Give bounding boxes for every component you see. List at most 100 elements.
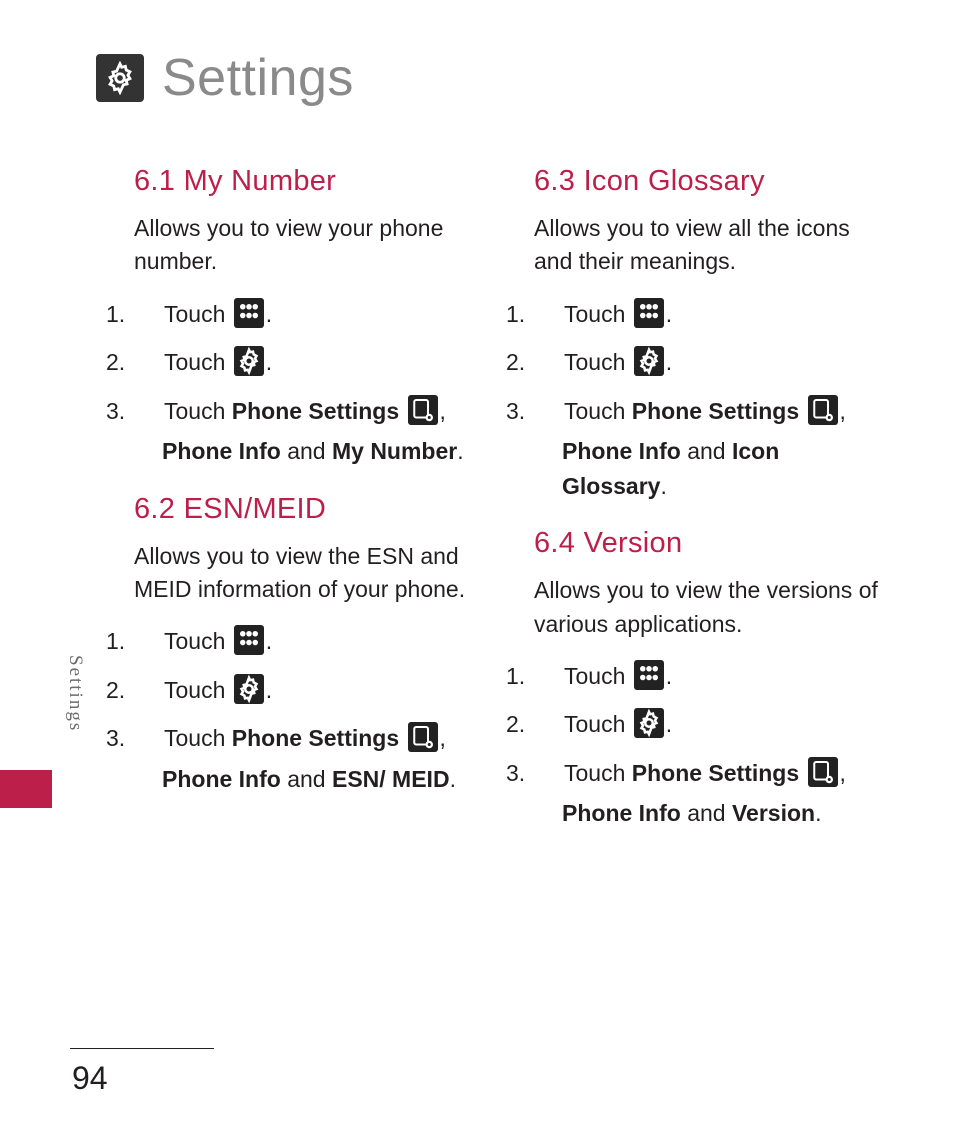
heading-6-1: 6.1 My Number [134, 165, 484, 198]
apps-grid-icon [634, 660, 664, 690]
step-text: Touch [564, 760, 625, 786]
step-text: Touch [164, 301, 225, 327]
punct: . [266, 677, 272, 703]
punct: . [266, 301, 272, 327]
step-number: 2. [134, 345, 158, 380]
and-word: and [687, 800, 725, 826]
step-text: Touch [164, 677, 225, 703]
step-number: 2. [534, 345, 558, 380]
gear-icon [634, 346, 664, 376]
step-text: Touch [164, 349, 225, 375]
punct: . [666, 349, 672, 375]
phone-info-label: Phone Info [562, 800, 681, 826]
step-6-2-2: 2. Touch . [134, 673, 484, 708]
step-6-3-2: 2. Touch . [534, 345, 884, 380]
punct: . [815, 800, 821, 826]
phone-settings-icon [408, 395, 438, 425]
step-text: Touch [564, 301, 625, 327]
desc-6-2: Allows you to view the ESN and MEID info… [134, 540, 484, 607]
step-6-1-1: 1. Touch . [134, 297, 484, 332]
step-text: Touch [564, 663, 625, 689]
punct: . [666, 711, 672, 737]
and-word: and [287, 438, 325, 464]
step-text: Touch [164, 398, 225, 424]
step-number: 3. [534, 394, 558, 429]
and-word: and [287, 766, 325, 792]
step-6-1-2: 2. Touch . [134, 345, 484, 380]
step-6-2-3b: Phone Info and ESN/ MEID. [134, 762, 484, 797]
step-6-3-3: 3. Touch Phone Settings , [534, 394, 884, 429]
punct: . [666, 301, 672, 327]
desc-6-1: Allows you to view your phone number. [134, 212, 484, 279]
phone-settings-label: Phone Settings [632, 398, 799, 424]
phone-info-label: Phone Info [162, 438, 281, 464]
content-columns: 6.1 My Number Allows you to view your ph… [134, 165, 884, 845]
gear-icon [634, 708, 664, 738]
punct: . [266, 349, 272, 375]
phone-settings-label: Phone Settings [232, 725, 399, 751]
gear-icon [96, 54, 144, 102]
step-number: 2. [134, 673, 158, 708]
page-title-row: Settings [96, 48, 354, 108]
punct: . [666, 663, 672, 689]
heading-6-4: 6.4 Version [534, 527, 884, 560]
desc-6-4: Allows you to view the versions of vario… [534, 574, 884, 641]
punct: , [840, 760, 846, 786]
phone-settings-icon [808, 395, 838, 425]
punct: . [450, 766, 456, 792]
phone-settings-icon [408, 722, 438, 752]
manual-page: Settings Settings 6.1 My Number Allows y… [0, 0, 954, 1145]
target-label: My Number [332, 438, 457, 464]
step-number: 3. [134, 721, 158, 756]
step-number: 3. [134, 394, 158, 429]
step-6-4-2: 2. Touch . [534, 707, 884, 742]
apps-grid-icon [234, 625, 264, 655]
step-6-2-1: 1. Touch . [134, 624, 484, 659]
step-number: 2. [534, 707, 558, 742]
step-text: Touch [564, 349, 625, 375]
side-accent-bar [0, 770, 52, 808]
step-6-4-1: 1. Touch . [534, 659, 884, 694]
footer-rule [70, 1048, 214, 1049]
phone-settings-label: Phone Settings [232, 398, 399, 424]
gear-icon [234, 346, 264, 376]
step-6-1-3b: Phone Info and My Number. [134, 434, 484, 469]
apps-grid-icon [234, 298, 264, 328]
side-tab-label: Settings [64, 655, 86, 732]
step-6-2-3: 3. Touch Phone Settings , [134, 721, 484, 756]
step-text: Touch [564, 398, 625, 424]
desc-6-3: Allows you to view all the icons and the… [534, 212, 884, 279]
step-6-1-3: 3. Touch Phone Settings , [134, 394, 484, 429]
punct: , [440, 725, 446, 751]
target-label: ESN/ MEID [332, 766, 450, 792]
phone-settings-icon [808, 757, 838, 787]
step-number: 1. [534, 297, 558, 332]
step-6-3-3b: Phone Info and Icon Glossary. [534, 434, 884, 503]
phone-info-label: Phone Info [162, 766, 281, 792]
step-number: 1. [134, 297, 158, 332]
punct: , [840, 398, 846, 424]
phone-info-label: Phone Info [562, 438, 681, 464]
gear-icon [234, 674, 264, 704]
step-number: 3. [534, 756, 558, 791]
step-number: 1. [534, 659, 558, 694]
punct: . [457, 438, 463, 464]
page-title: Settings [162, 48, 354, 108]
step-6-4-3b: Phone Info and Version. [534, 796, 884, 831]
punct: . [266, 628, 272, 654]
heading-6-2: 6.2 ESN/MEID [134, 493, 484, 526]
apps-grid-icon [634, 298, 664, 328]
step-6-4-3: 3. Touch Phone Settings , [534, 756, 884, 791]
right-column: 6.3 Icon Glossary Allows you to view all… [534, 165, 884, 845]
step-text: Touch [164, 725, 225, 751]
step-text: Touch [564, 711, 625, 737]
step-6-3-1: 1. Touch . [534, 297, 884, 332]
step-text: Touch [164, 628, 225, 654]
and-word: and [687, 438, 725, 464]
page-number: 94 [72, 1060, 108, 1097]
left-column: 6.1 My Number Allows you to view your ph… [134, 165, 484, 845]
punct: . [660, 473, 666, 499]
heading-6-3: 6.3 Icon Glossary [534, 165, 884, 198]
step-number: 1. [134, 624, 158, 659]
phone-settings-label: Phone Settings [632, 760, 799, 786]
